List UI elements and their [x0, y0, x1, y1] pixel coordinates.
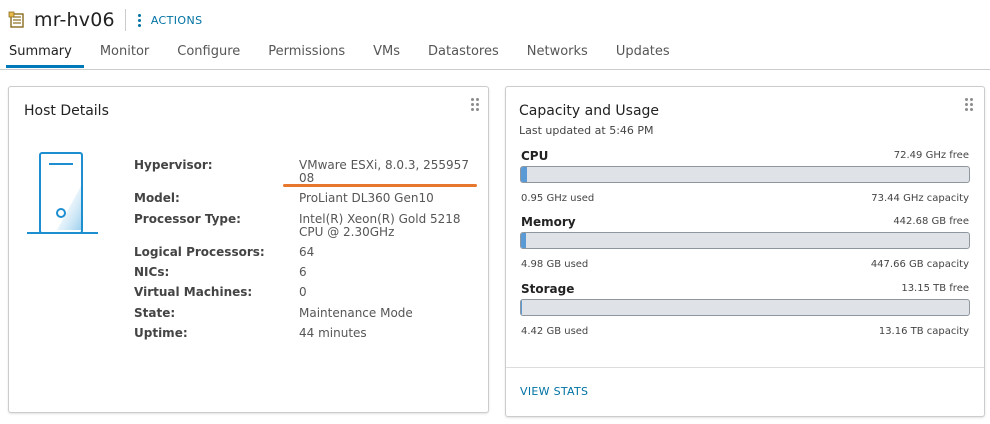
tab-datastores[interactable]: Datastores: [419, 36, 513, 68]
logical-processors-value: 64: [299, 245, 315, 259]
virtual-machines-label: Virtual Machines:: [134, 285, 253, 299]
host-details-title: Host Details: [24, 103, 109, 119]
server-icon: [27, 152, 98, 234]
logical-processors-label: Logical Processors:: [134, 245, 265, 259]
storage-free: 13.15 TB free: [901, 283, 969, 294]
memory-usage-bar: [520, 232, 970, 249]
view-stats-link[interactable]: VIEW STATS: [520, 385, 588, 398]
memory-free: 442.68 GB free: [893, 216, 969, 227]
highlight-underline: [283, 184, 477, 187]
host-icon: [8, 11, 24, 28]
drag-handle-icon[interactable]: [965, 98, 973, 111]
hypervisor-label: Hypervisor:: [134, 158, 213, 172]
memory-label: Memory: [521, 215, 576, 229]
tab-vms[interactable]: VMs: [364, 36, 414, 68]
model-value: ProLiant DL360 Gen10: [299, 191, 434, 205]
storage-label: Storage: [521, 282, 575, 296]
host-details-card: Host Details Hypervisor: VMware ESXi, 8.…: [8, 86, 489, 413]
card-footer-divider: [506, 367, 984, 368]
actions-button[interactable]: ACTIONS: [137, 13, 203, 27]
uptime-value: 44 minutes: [299, 326, 367, 340]
header-divider: [124, 9, 126, 31]
virtual-machines-value: 0: [299, 285, 307, 299]
hypervisor-value: VMware ESXi, 8.0.3, 25595708: [299, 158, 469, 185]
storage-capacity: 13.16 TB capacity: [878, 326, 969, 337]
cpu-used: 0.95 GHz used: [521, 193, 595, 204]
model-label: Model:: [134, 191, 180, 205]
memory-used: 4.98 GB used: [521, 259, 589, 270]
tab-summary[interactable]: Summary: [0, 36, 86, 68]
capacity-usage-card: Capacity and Usage Last updated at 5:46 …: [505, 86, 985, 417]
tab-bar: Summary Monitor Configure Permissions VM…: [0, 36, 990, 70]
processor-type-value: Intel(R) Xeon(R) Gold 5218 CPU @ 2.30GHz: [299, 212, 461, 239]
capacity-usage-title: Capacity and Usage: [519, 103, 660, 119]
cpu-capacity: 73.44 GHz capacity: [871, 193, 969, 204]
vertical-ellipsis-icon: [137, 13, 141, 27]
processor-type-label: Processor Type:: [134, 212, 241, 226]
tab-updates[interactable]: Updates: [607, 36, 684, 68]
state-value: Maintenance Mode: [299, 306, 413, 320]
storage-usage-bar: [520, 299, 970, 316]
last-updated-text: Last updated at 5:46 PM: [519, 124, 654, 137]
actions-label: ACTIONS: [150, 13, 203, 27]
cpu-usage-fill: [521, 167, 527, 182]
memory-usage-fill: [521, 233, 526, 248]
nics-label: NICs:: [134, 265, 170, 279]
tab-permissions[interactable]: Permissions: [259, 36, 359, 68]
memory-capacity: 447.66 GB capacity: [870, 259, 969, 270]
storage-used: 4.42 GB used: [521, 326, 589, 337]
uptime-label: Uptime:: [134, 326, 188, 340]
state-label: State:: [134, 306, 176, 320]
nics-value: 6: [299, 265, 307, 279]
object-header: mr-hv06 ACTIONS: [8, 6, 202, 34]
cpu-label: CPU: [521, 149, 549, 163]
tab-monitor[interactable]: Monitor: [91, 36, 163, 68]
cpu-usage-bar: [520, 166, 970, 183]
drag-handle-icon[interactable]: [471, 98, 479, 111]
tab-configure[interactable]: Configure: [168, 36, 254, 68]
tab-networks[interactable]: Networks: [518, 36, 602, 68]
page-title: mr-hv06: [34, 9, 115, 31]
cpu-free: 72.49 GHz free: [893, 150, 969, 161]
